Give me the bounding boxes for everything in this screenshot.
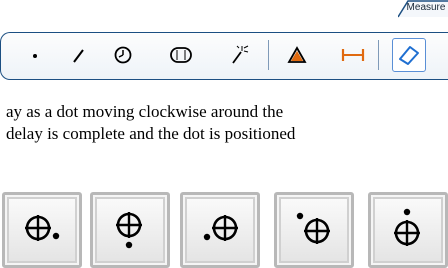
crosshair-dot-top-left-icon bbox=[296, 212, 330, 244]
circle-icon bbox=[114, 46, 132, 64]
crosshair-frame-5 bbox=[368, 192, 448, 268]
toolbar-divider bbox=[378, 40, 379, 70]
crosshair-dot-right-icon bbox=[25, 215, 60, 241]
measure-tab[interactable]: Measure bbox=[398, 2, 448, 13]
measure-toolbar-area: Measure bbox=[0, 0, 448, 80]
description-text-line-1: ay as a dot moving clockwise around the bbox=[6, 102, 284, 121]
crosshair-dot-bottom-icon bbox=[116, 212, 142, 249]
crosshair-dot-top-icon bbox=[394, 208, 420, 246]
angle-icon bbox=[287, 46, 307, 63]
crosshair-frame-3 bbox=[180, 192, 260, 268]
crosshair-dot-left-icon bbox=[203, 215, 238, 241]
crosshair-frame-4 bbox=[274, 192, 354, 268]
slot-icon bbox=[170, 47, 192, 63]
description-text-line-2: delay is complete and the dot is positio… bbox=[6, 124, 296, 143]
distance-icon bbox=[341, 49, 365, 61]
toolbar-divider bbox=[268, 40, 269, 70]
point-tool-button[interactable] bbox=[18, 38, 52, 72]
line-icon bbox=[73, 49, 84, 63]
slot-tool-button[interactable] bbox=[164, 38, 198, 72]
distance-tool-button[interactable] bbox=[336, 38, 370, 72]
eraser-icon bbox=[399, 46, 419, 65]
circle-tool-button[interactable] bbox=[106, 38, 140, 72]
line-tool-button[interactable] bbox=[62, 38, 96, 72]
magic-wand-tool-button[interactable] bbox=[222, 38, 256, 72]
erase-tool-button[interactable] bbox=[392, 38, 426, 72]
angle-tool-button[interactable] bbox=[280, 38, 314, 72]
dot-icon bbox=[33, 54, 37, 58]
crosshair-frame-2 bbox=[90, 192, 170, 268]
magic-wand-icon bbox=[232, 45, 249, 64]
crosshair-frame-1 bbox=[2, 192, 82, 268]
